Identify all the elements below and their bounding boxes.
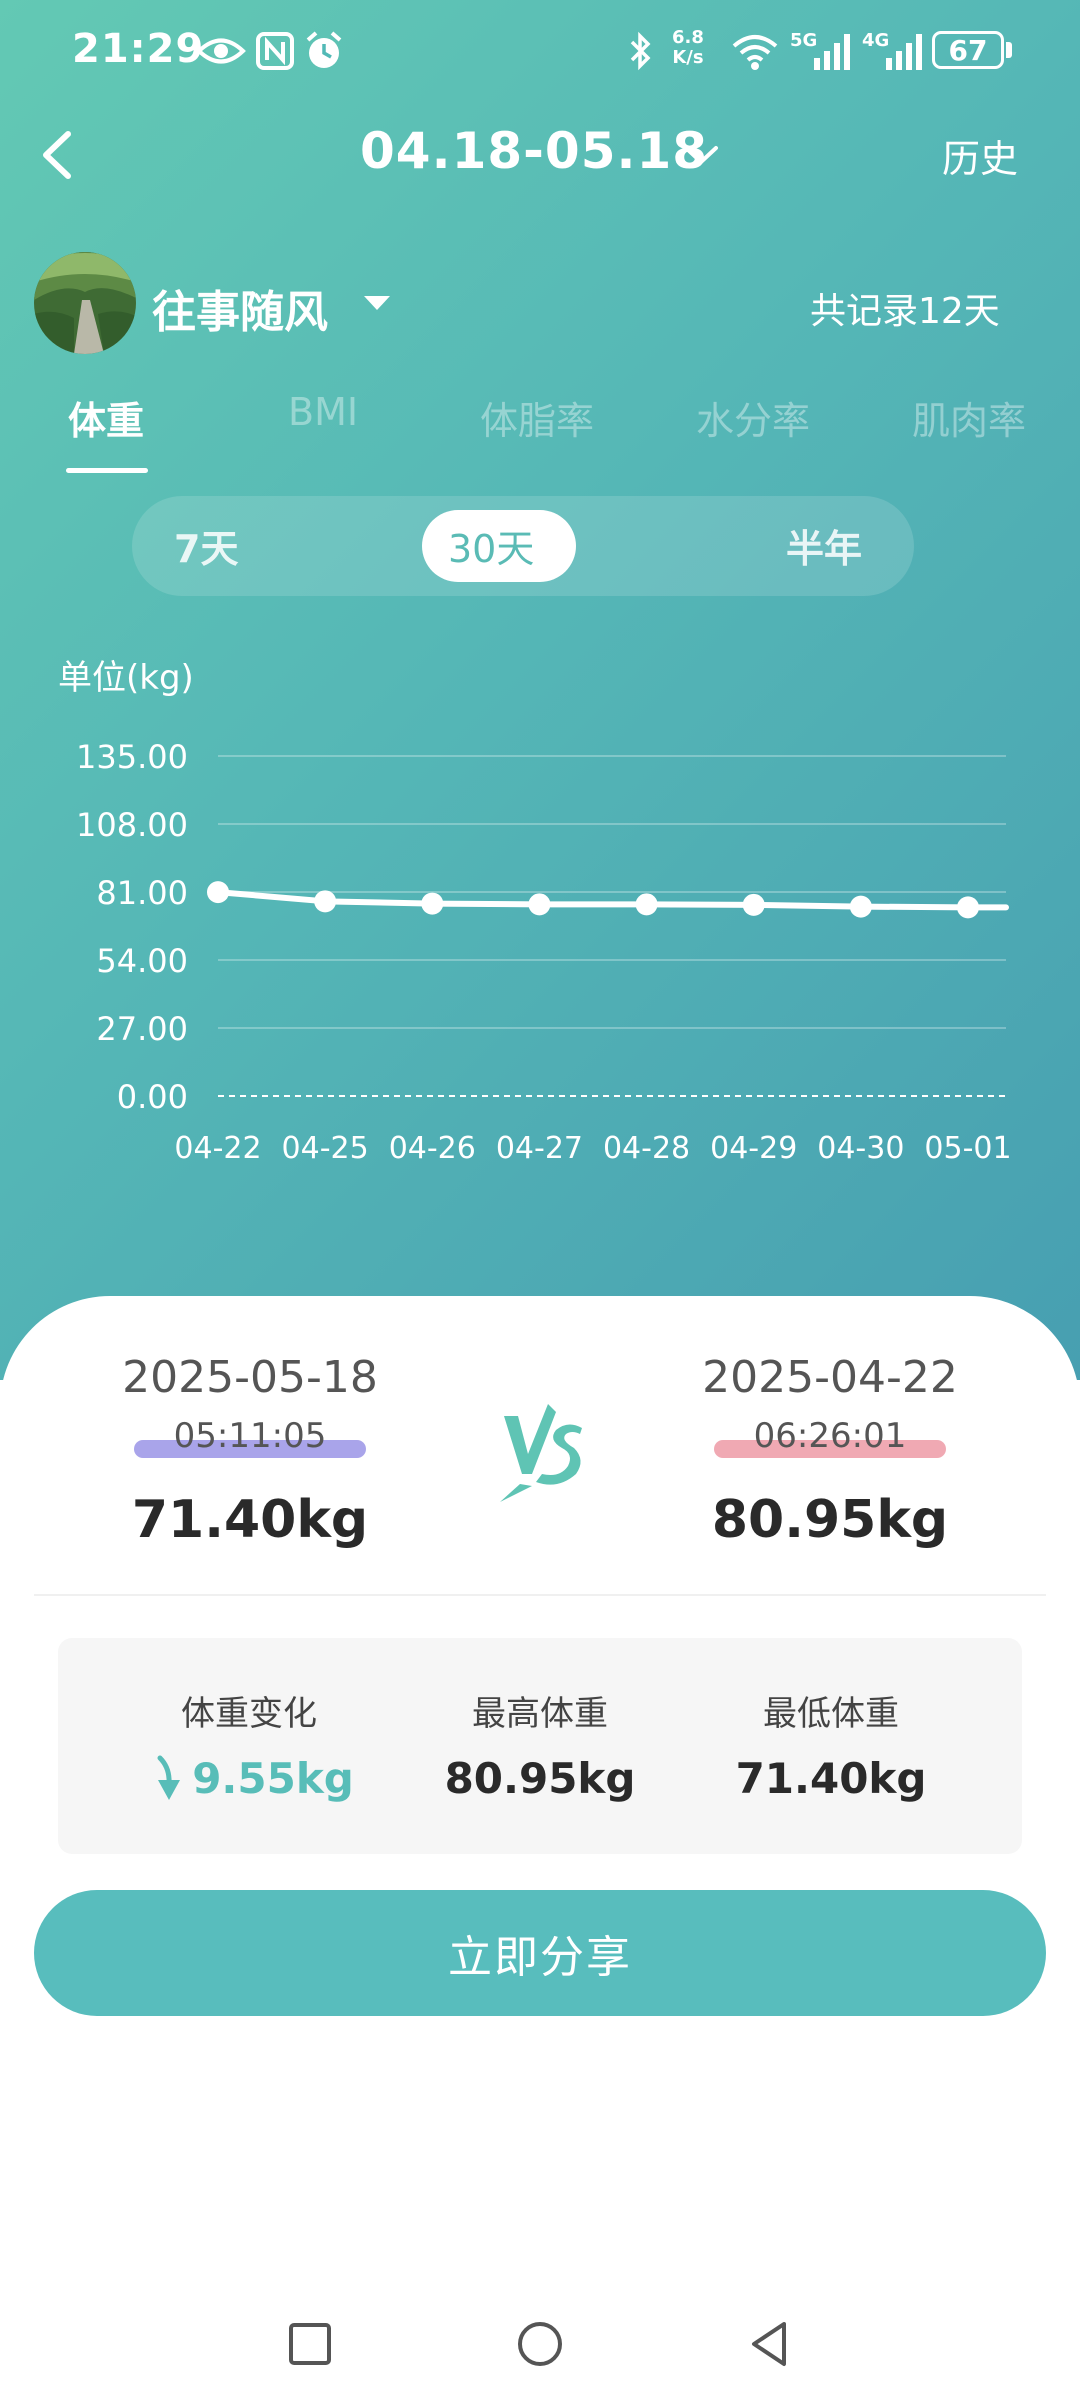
chart-data-point [635,893,658,916]
stat-max-label: 最高体重 [472,1694,608,1734]
tab-weight[interactable]: 体重 [68,390,144,445]
chart-data-point [421,892,444,915]
chart-data-point [314,890,337,913]
eye-icon [196,38,246,64]
chart-y-tick-label: 0.00 [117,1078,188,1116]
recents-icon[interactable] [286,2320,334,2368]
signal-icon [814,34,850,70]
chart-y-tick-label: 27.00 [96,1010,188,1048]
record-count: 共记录12天 [810,291,1000,332]
net-speed: 6.8 K/s [672,27,704,68]
stat-min-label: 最低体重 [763,1694,899,1734]
period-selector: 7天 30天 半年 [132,496,914,596]
status-bar: 21:29 6.8 K/s 5G 4G 67 [0,0,1080,100]
weight-line-chart: 135.00 108.00 81.00 54.00 27.00 0.00 04-22 04-2… [76,738,1012,1166]
bluetooth-icon [630,31,651,71]
chart-series-line [215,889,1009,911]
back-nav-icon[interactable] [746,2320,794,2368]
chart-x-tick-label: 04-29 [710,1131,797,1166]
chart-x-tick-label: 04-22 [174,1131,261,1166]
period-7-days[interactable]: 7天 [174,518,238,573]
chart-data-point [742,893,765,916]
tab-water[interactable]: 水分率 [696,390,810,445]
nfc-icon [256,32,294,70]
compare-right-weight: 80.95kg [711,1490,949,1550]
tab-underline [66,468,148,473]
stats-card [58,1638,1022,1854]
chart-y-tick-label: 54.00 [96,942,188,980]
vs-icon [500,1404,582,1502]
chart-x-tick-label: 04-26 [389,1131,476,1166]
chart-x-tick-label: 05-01 [924,1131,1011,1166]
chart-data-point [957,896,979,919]
chart-data-point [207,881,229,904]
date-range-selector[interactable]: 04.18-05.18 [360,122,708,180]
chart-y-tick-label: 135.00 [76,738,188,776]
stat-max-value: 80.95kg [444,1754,636,1803]
stat-min-value: 71.40kg [735,1754,927,1803]
divider [34,1594,1046,1596]
compare-left-time: 05:11:05 [173,1416,327,1456]
chevron-down-icon[interactable] [682,140,720,170]
chart-x-tick-label: 04-30 [817,1131,904,1166]
wifi-icon [732,35,778,70]
stat-change-value: 9.55kg [192,1754,354,1803]
chart-x-tick-label: 04-27 [496,1131,583,1166]
alarm-icon [306,31,342,68]
chart-x-tick-label: 04-25 [282,1131,369,1166]
compare-right-date: 2025-04-22 [702,1352,958,1403]
stat-change-label: 体重变化 [181,1694,317,1734]
history-button[interactable]: 历史 [942,128,1018,183]
chart-y-tick-label: 81.00 [96,874,188,912]
chart-y-axis-label: 单位(kg) [58,658,194,698]
compare-right-time: 06:26:01 [753,1416,907,1456]
period-30-days[interactable]: 30天 [448,518,534,573]
back-icon[interactable] [30,120,90,190]
chart-data-point [849,895,872,918]
compare-left-date: 2025-05-18 [122,1352,378,1403]
tab-muscle[interactable]: 肌肉率 [912,390,1026,445]
home-icon[interactable] [516,2320,564,2368]
chart-x-tick-label: 04-28 [603,1131,690,1166]
username[interactable]: 往事随风 [152,276,328,340]
tab-bmi[interactable]: BMI [288,390,358,434]
chart-data-point [528,893,551,916]
battery-icon: 67 [932,31,1004,69]
status-time: 21:29 [72,26,205,72]
share-button[interactable]: 立即分享 [34,1890,1046,2016]
battery-tip [1006,42,1012,58]
compare-left-weight: 71.40kg [131,1490,369,1550]
caret-down-icon[interactable] [362,292,392,314]
chart-y-tick-label: 108.00 [76,806,188,844]
tab-body-fat[interactable]: 体脂率 [480,390,594,445]
avatar[interactable] [34,252,136,354]
signal-icon [886,34,922,70]
period-half-year[interactable]: 半年 [786,518,862,573]
